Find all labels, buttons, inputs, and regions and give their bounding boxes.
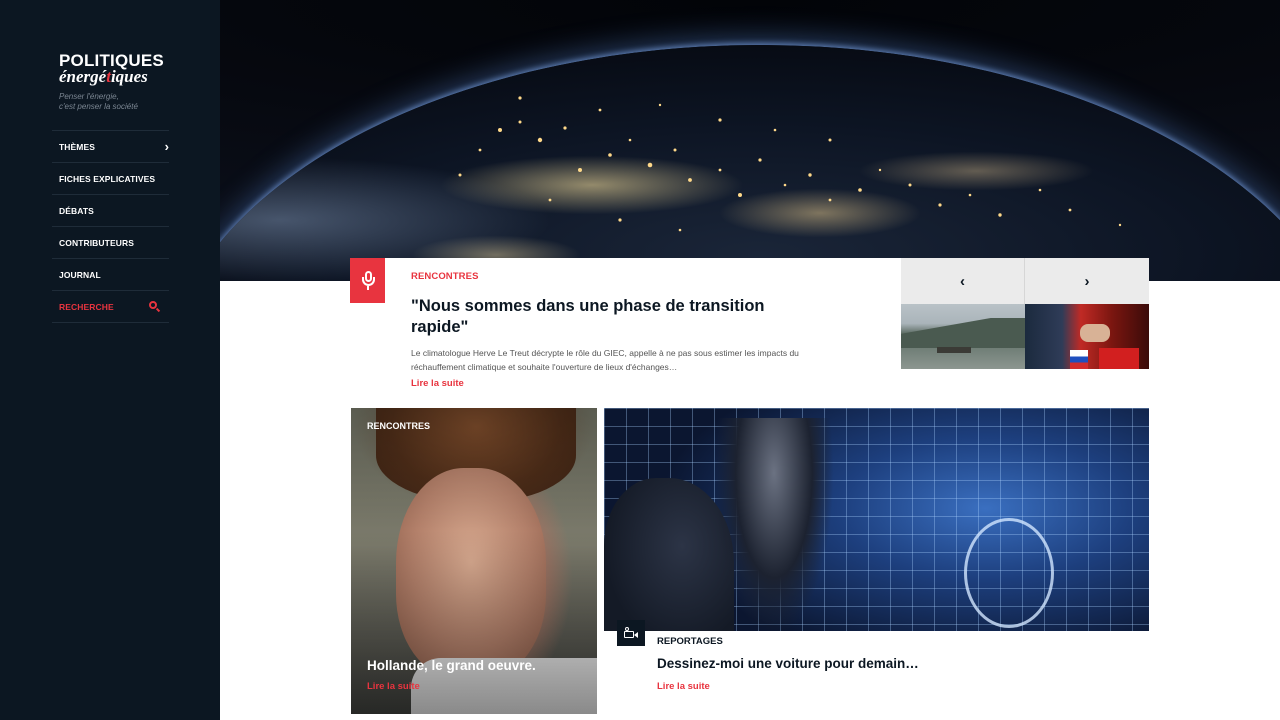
logo-line2: énergétiques [59, 67, 179, 86]
nav-item-contributeurs[interactable]: CONTRIBUTEURS [52, 227, 169, 259]
video-camera-icon [617, 620, 645, 646]
driver-silhouette [714, 418, 834, 631]
card-read-more-link[interactable]: Lire la suite [657, 681, 710, 692]
featured-title[interactable]: "Nous sommes dans une phase de transitio… [411, 296, 801, 338]
article-carousel: ‹ › [901, 258, 1149, 369]
nav-item-themes[interactable]: THÈMES › [52, 131, 169, 163]
hero-image [220, 0, 1280, 281]
nav-item-label: CONTRIBUTEURS [59, 237, 134, 248]
tagline-line1: Penser l'énergie, [59, 92, 119, 101]
nav-item-label: FICHES EXPLICATIVES [59, 173, 156, 184]
nav-item-fiches-explicatives[interactable]: FICHES EXPLICATIVES [52, 163, 169, 195]
car-wireframe-image[interactable] [604, 408, 1149, 631]
site-logo[interactable]: POLITIQUES énergétiques [59, 52, 179, 85]
chevron-right-icon: › [164, 139, 169, 154]
logo-line2-c: iques [110, 67, 148, 86]
nav-item-label: THÈMES [59, 141, 96, 152]
article-card-hollande[interactable]: RENCONTRES Hollande, le grand oeuvre. Li… [351, 408, 597, 714]
sidebar: POLITIQUES énergétiques Penser l'énergie… [0, 0, 220, 720]
city-lights [458, 96, 1122, 232]
featured-read-more-link[interactable]: Lire la suite [411, 378, 464, 389]
carousel-next-button[interactable]: › [1025, 258, 1149, 304]
featured-category[interactable]: RENCONTRES [411, 271, 479, 282]
search-icon [148, 300, 161, 313]
card-title[interactable]: Dessinez-moi une voiture pour demain… [657, 656, 919, 671]
nav-item-label: RECHERCHE [59, 301, 114, 312]
card-category[interactable]: REPORTAGES [657, 636, 723, 647]
chevron-right-icon: › [1084, 272, 1090, 290]
carousel-thumbnail-handshake[interactable] [1025, 304, 1149, 369]
carousel-thumbnail-lake[interactable] [901, 304, 1025, 369]
nav-item-label: DÉBATS [59, 205, 94, 216]
chevron-left-icon: ‹ [960, 272, 965, 290]
nav-item-recherche[interactable]: RECHERCHE [52, 291, 169, 323]
logo-line2-a: énergé [59, 67, 107, 86]
card-category[interactable]: RENCONTRES [367, 421, 430, 431]
tagline-line2: c'est penser la société [59, 102, 138, 111]
nav-item-journal[interactable]: JOURNAL [52, 259, 169, 291]
main-nav: THÈMES › FICHES EXPLICATIVES DÉBATS CONT… [52, 130, 169, 323]
nav-item-debats[interactable]: DÉBATS [52, 195, 169, 227]
carousel-prev-button[interactable]: ‹ [901, 258, 1025, 304]
featured-article: RENCONTRES "Nous sommes dans une phase d… [350, 258, 901, 398]
card-read-more-link[interactable]: Lire la suite [367, 681, 420, 692]
featured-excerpt: Le climatologue Herve Le Treut décrypte … [411, 348, 799, 372]
nav-item-label: JOURNAL [59, 269, 101, 280]
article-card-voiture: REPORTAGES Dessinez-moi une voiture pour… [604, 408, 1149, 716]
microphone-icon [350, 258, 385, 303]
tagline: Penser l'énergie, c'est penser la sociét… [59, 92, 179, 112]
wireframe-wheel [964, 518, 1054, 628]
card-title[interactable]: Hollande, le grand oeuvre. [367, 658, 536, 673]
